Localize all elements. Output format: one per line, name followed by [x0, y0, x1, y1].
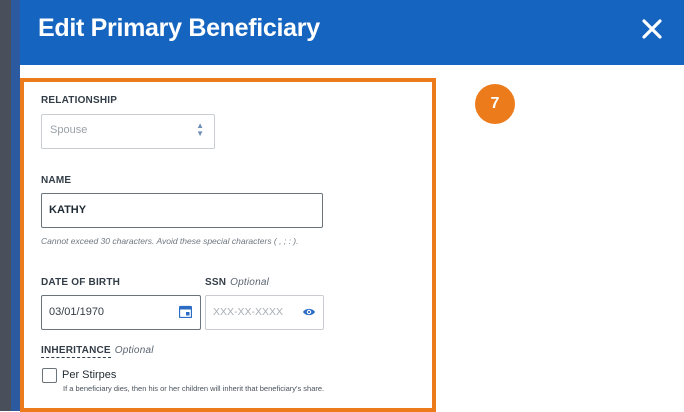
dob-label: DATE OF BIRTH	[41, 277, 121, 288]
ssn-label-text: SSN	[205, 277, 227, 288]
inheritance-label: INHERITANCE Optional	[41, 345, 154, 358]
ssn-optional-text: Optional	[230, 277, 270, 288]
ssn-input-placeholder: XXX-XX-XXXX	[213, 306, 284, 318]
inheritance-optional-text: Optional	[114, 345, 154, 356]
ssn-label: SSN Optional	[205, 277, 269, 288]
step-number-badge: 7	[475, 84, 515, 124]
name-input-value: KATHY	[49, 204, 87, 216]
per-stirpes-description: If a beneficiary dies, then his or her c…	[63, 384, 325, 393]
background-strip	[0, 0, 11, 411]
inheritance-label-text[interactable]: INHERITANCE	[41, 345, 111, 358]
name-input[interactable]: KATHY	[41, 193, 323, 228]
calendar-icon[interactable]	[179, 305, 192, 318]
name-hint: Cannot exceed 30 characters. Avoid these…	[41, 236, 299, 246]
per-stirpes-label[interactable]: Per Stirpes	[62, 369, 116, 381]
close-button[interactable]	[640, 17, 664, 41]
per-stirpes-checkbox[interactable]	[42, 368, 57, 383]
eye-icon[interactable]	[302, 306, 316, 318]
dob-input[interactable]: 03/01/1970	[41, 295, 201, 330]
close-icon	[642, 19, 662, 39]
modal-title: Edit Primary Beneficiary	[38, 14, 320, 42]
relationship-select[interactable]: Spouse ▲ ▼	[41, 114, 215, 149]
background-accent-strip	[11, 0, 20, 411]
relationship-label: RELATIONSHIP	[41, 95, 118, 106]
modal-header: Edit Primary Beneficiary	[20, 0, 684, 65]
ssn-input[interactable]: XXX-XX-XXXX	[205, 295, 324, 330]
select-arrows-icon: ▲ ▼	[196, 121, 204, 138]
name-label: NAME	[41, 175, 72, 186]
relationship-select-value: Spouse	[50, 124, 88, 136]
dob-input-value: 03/01/1970	[49, 306, 105, 318]
